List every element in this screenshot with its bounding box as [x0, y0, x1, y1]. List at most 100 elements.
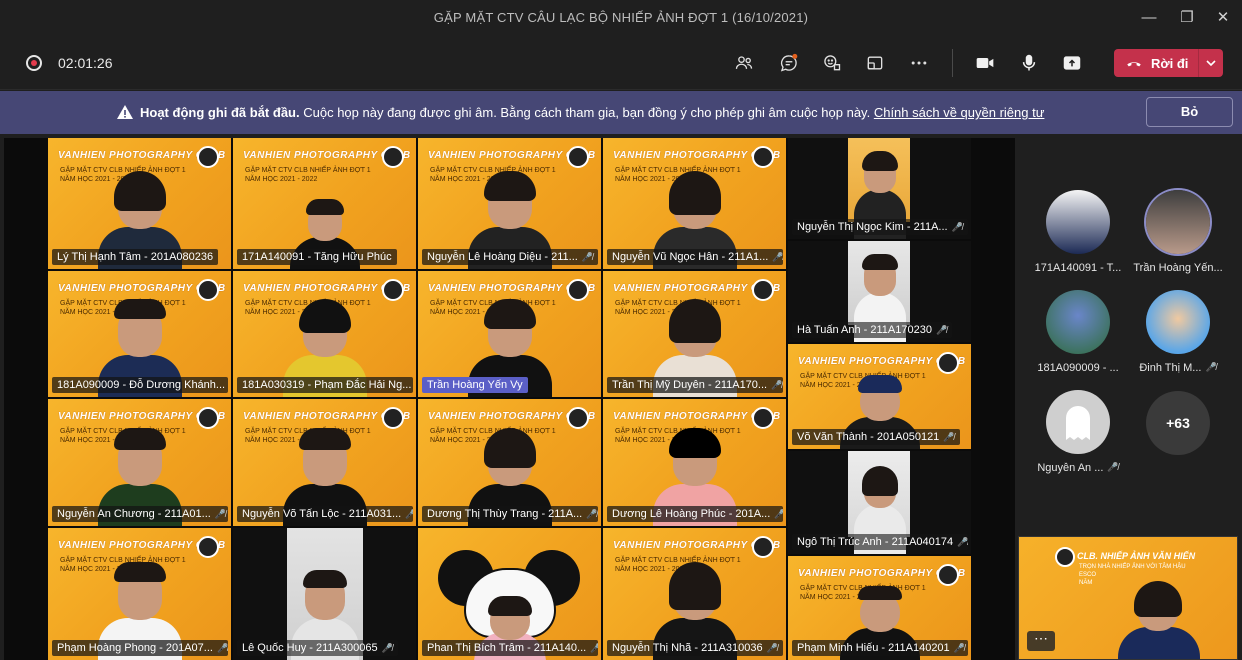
leave-button[interactable]: Rời đi [1114, 49, 1223, 77]
video-tile[interactable]: VANHIEN PHOTOGRAPHY CLUB GẶP MẶT CTV CLB… [233, 271, 416, 397]
leave-label: Rời đi [1151, 55, 1189, 71]
mic-off-icon: 🎤̸ [581, 251, 594, 262]
participant-name: Hà Tuấn Anh - 211A170230 🎤̸ [792, 322, 953, 338]
privacy-policy-link[interactable]: Chính sách về quyền riêng tư [874, 105, 1045, 120]
more-icon[interactable] [906, 50, 932, 76]
avatar [1046, 390, 1110, 454]
club-logo-icon [382, 146, 404, 168]
video-tile[interactable]: VANHIEN PHOTOGRAPHY CLUB GẶP MẶT CTV CLB… [418, 138, 601, 269]
sidebar-participant[interactable]: 181A090009 - ... [1028, 238, 1128, 374]
participant-name: Nguyễn An Chương - 211A01... 🎤̸ [52, 506, 228, 522]
sidebar-participant[interactable]: 171A140091 - T... [1028, 138, 1128, 274]
video-tile[interactable]: Ngô Thị Trúc Anh - 211A040174 🎤̸ [788, 451, 971, 554]
mic-off-icon: 🎤̸ [771, 379, 783, 390]
mic-off-icon: 🎤̸ [216, 642, 228, 653]
participant-name: Nguyễn Thị Ngọc Kim - 211A... 🎤̸ [792, 219, 968, 235]
mic-off-icon: 🎤̸ [935, 324, 948, 335]
mic-off-icon: 🎤̸ [381, 642, 393, 653]
participant-video [850, 149, 910, 239]
people-icon[interactable] [731, 50, 757, 76]
toolbar-divider [952, 49, 953, 77]
video-tile[interactable]: VANHIEN PHOTOGRAPHY CLUB GẶP MẶT CTV CLB… [48, 271, 231, 397]
participant-name: Lý Thị Hạnh Tâm - 201A080236 [52, 249, 219, 265]
leave-main[interactable]: Rời đi [1114, 49, 1198, 77]
title-bar: GẶP MẶT CTV CÂU LẠC BỘ NHIẾP ẢNH ĐỢT 1 (… [0, 0, 1242, 36]
video-tile[interactable]: VANHIEN PHOTOGRAPHY CLUB GẶP MẶT CTV CLB… [233, 138, 416, 269]
banner-message: Hoạt động ghi đã bắt đầu. Cuộc họp này đ… [116, 105, 1044, 120]
mic-off-icon: 🎤̸ [957, 536, 968, 547]
video-tile[interactable]: VANHIEN PHOTOGRAPHY CLUB GẶP MẶT CTV CLB… [788, 344, 971, 449]
rooms-icon[interactable] [862, 50, 888, 76]
participant-name: Phạm Hoàng Phong - 201A07... 🎤̸ [52, 640, 228, 656]
mic-off-icon: 🎤̸ [953, 642, 965, 653]
video-tile[interactable]: VANHIEN PHOTOGRAPHY CLUB GẶP MẶT CTV CLB… [48, 138, 231, 269]
tile-subtitle: GẶP MẶT CTV CLB NHIẾP ẢNH ĐỢT 1NĂM HỌC 2… [245, 167, 371, 183]
mic-off-icon: 🎤̸ [772, 251, 783, 262]
reactions-icon[interactable] [819, 50, 845, 76]
club-logo-icon [937, 564, 959, 586]
chat-icon[interactable] [776, 50, 802, 76]
avatar [1146, 290, 1210, 354]
sidebar-participant[interactable]: Nguyễn An ... 🎤̸ [1028, 338, 1128, 474]
video-tile[interactable]: VANHIEN PHOTOGRAPHY CLUB GẶP MẶT CTV CLB… [418, 399, 601, 526]
video-tile[interactable]: VANHIEN PHOTOGRAPHY CLUB GẶP MẶT CTV CLB… [603, 528, 786, 660]
mic-off-icon: 🎤̸ [405, 508, 413, 519]
participant-name: Nguyễn Thị Nhã - 211A310036 🎤̸ [607, 640, 783, 656]
selfview-brand: CLB. NHIẾP ẢNH VĂN HIẾN [1077, 551, 1196, 561]
dismiss-button[interactable]: Bỏ [1146, 97, 1233, 127]
close-icon[interactable]: ✕ [1208, 6, 1238, 30]
club-logo-icon [752, 407, 774, 429]
video-tile[interactable]: Nguyễn Thị Ngọc Kim - 211A... 🎤̸ [788, 138, 971, 239]
club-logo-icon [937, 352, 959, 374]
mic-off-icon: 🎤̸ [590, 642, 598, 653]
club-logo-icon [567, 146, 589, 168]
participant-name: Dương Lê Hoàng Phúc - 201A... 🎤̸ [607, 506, 783, 522]
share-icon[interactable] [1059, 50, 1085, 76]
video-tile[interactable]: VANHIEN PHOTOGRAPHY CLUB GẶP MẶT CTV CLB… [603, 399, 786, 526]
club-logo-icon [752, 279, 774, 301]
window-title: GẶP MẶT CTV CÂU LẠC BỘ NHIẾP ẢNH ĐỢT 1 (… [433, 10, 809, 25]
video-tile[interactable]: VANHIEN PHOTOGRAPHY CLUB GẶP MẶT CTV CLB… [48, 528, 231, 660]
video-tile[interactable]: VANHIEN PHOTOGRAPHY CLUB GẶP MẶT CTV CLB… [48, 399, 231, 526]
participant-name: Dương Thị Thùy Trang - 211A... 🎤̸ [422, 506, 598, 522]
video-tile[interactable]: Lê Quốc Huy - 211A300065 🎤̸ [233, 528, 416, 660]
participant-name: Nguyễn Võ Tấn Lộc - 211A031... 🎤̸ [237, 506, 413, 522]
recording-banner: Hoạt động ghi đã bắt đầu. Cuộc họp này đ… [0, 91, 1242, 134]
club-logo-icon [197, 146, 219, 168]
camera-icon[interactable] [972, 50, 998, 76]
video-tile[interactable]: VANHIEN PHOTOGRAPHY CLUB GẶP MẶT CTV CLB… [603, 271, 786, 397]
chevron-down-icon[interactable] [1199, 49, 1223, 77]
video-tile[interactable]: VANHIEN PHOTOGRAPHY CLUB GẶP MẶT CTV CLB… [233, 399, 416, 526]
meeting-toolbar: 02:01:26 Rời đi [0, 36, 1242, 90]
video-tile[interactable]: VANHIEN PHOTOGRAPHY CLUB GẶP MẶT CTV CLB… [788, 556, 971, 660]
video-tile[interactable]: Hà Tuấn Anh - 211A170230 🎤̸ [788, 241, 971, 342]
mic-off-icon: 🎤̸ [774, 508, 783, 519]
club-logo-icon [752, 146, 774, 168]
sidebar-participant-name: Nguyễn An ... 🎤̸ [1037, 462, 1119, 474]
video-tile[interactable]: VANHIEN PHOTOGRAPHY CLUB GẶP MẶT CTV CLB… [418, 271, 601, 397]
sidebar-participant[interactable]: Trần Hoàng Yến... [1128, 138, 1228, 274]
video-tile[interactable]: VANHIEN PHOTOGRAPHY CLUB GẶP MẶT CTV CLB… [603, 138, 786, 269]
more-icon[interactable]: ⋯ [1027, 631, 1055, 651]
mic-off-icon: 🎤̸ [1107, 462, 1119, 472]
participant-name: 171A140091 - Tăng Hữu Phúc [237, 249, 397, 265]
participant-name: Võ Văn Thành - 201A050121 🎤̸ [792, 429, 960, 445]
mic-icon[interactable] [1016, 50, 1042, 76]
club-logo-icon [567, 279, 589, 301]
participant-name: Lê Quốc Huy - 211A300065 🎤̸ [237, 640, 398, 656]
banner-text: Cuộc họp này đang được ghi âm. Bằng cách… [303, 105, 871, 120]
minimize-icon[interactable]: — [1134, 6, 1164, 30]
participant-name: Trần Thị Mỹ Duyên - 211A170... 🎤̸ [607, 377, 783, 393]
video-stage: VANHIEN PHOTOGRAPHY CLUB GẶP MẶT CTV CLB… [4, 138, 1015, 660]
warning-icon [117, 105, 133, 119]
meeting-timer: 02:01:26 [58, 55, 113, 71]
mic-off-icon: 🎤̸ [214, 508, 227, 519]
video-tile[interactable]: Phan Thị Bích Trâm - 211A140... 🎤̸ [418, 528, 601, 660]
club-logo-icon [1055, 547, 1075, 567]
sidebar-participant[interactable]: Đinh Thị M... 🎤̸ [1128, 238, 1228, 374]
club-logo-icon [197, 279, 219, 301]
club-logo-icon [382, 279, 404, 301]
more-participants-button[interactable]: +63 [1146, 391, 1210, 455]
self-view[interactable]: CLB. NHIẾP ẢNH VĂN HIẾN TRỌN NHÀ NHIẾP Ả… [1018, 536, 1238, 660]
maximize-icon[interactable]: ❐ [1172, 6, 1202, 30]
